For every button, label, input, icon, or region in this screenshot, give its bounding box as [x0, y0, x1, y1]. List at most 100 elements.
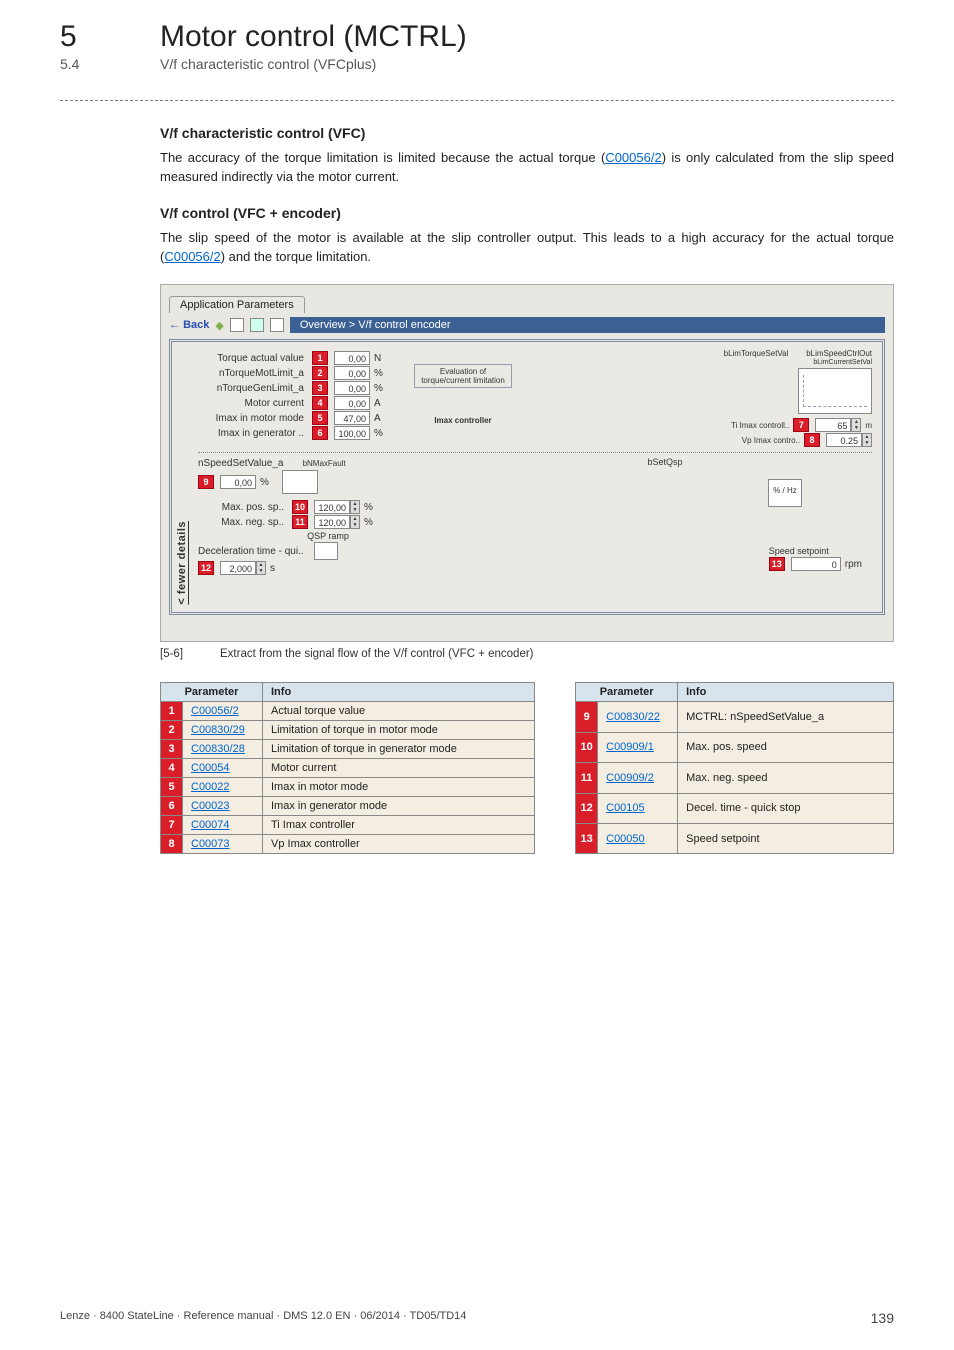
value-1: 0,00: [334, 351, 370, 365]
marker-13: 13: [769, 557, 785, 571]
spinner[interactable]: ▲▼: [350, 500, 360, 514]
unit: rpm: [845, 559, 862, 570]
table-row: 13C00050Speed setpoint: [576, 823, 894, 853]
param-link[interactable]: C00023: [191, 800, 230, 812]
vfc-heading: V/f characteristic control (VFC): [160, 125, 894, 141]
param-link[interactable]: C00830/29: [191, 724, 245, 736]
row-marker: 4: [161, 759, 183, 778]
section-title: V/f characteristic control (VFCplus): [160, 56, 376, 72]
col-info: Info: [678, 683, 894, 702]
unit: m: [865, 421, 872, 430]
param-link[interactable]: C00830/22: [606, 711, 660, 723]
row-marker: 6: [161, 797, 183, 816]
label: Torque actual value: [198, 353, 308, 364]
marker-5: 5: [312, 411, 328, 425]
text: ) and the torque limitation.: [221, 249, 371, 264]
forward-icon[interactable]: ◆: [215, 319, 223, 332]
value-10[interactable]: 120,00: [314, 500, 350, 514]
param-link[interactable]: C00050: [606, 833, 645, 845]
param-table-right: Parameter Info 9C00830/22MCTRL: nSpeedSe…: [575, 682, 894, 854]
param-cell: C00023: [183, 797, 263, 816]
info-cell: MCTRL: nSpeedSetValue_a: [678, 702, 894, 732]
ramp-graph: [314, 542, 338, 560]
value-11[interactable]: 120,00: [314, 515, 350, 529]
marker-8: 8: [804, 433, 820, 447]
parameter-tables: Parameter Info 1C00056/2Actual torque va…: [160, 682, 894, 854]
table-row: 6 C00023 Imax in generator mode: [161, 797, 535, 816]
col-parameter: Parameter: [161, 683, 263, 702]
footer-text: Lenze · 8400 StateLine · Reference manua…: [60, 1310, 466, 1326]
label: Ti Imax controll..: [731, 421, 789, 430]
unit: %: [374, 428, 383, 439]
param-link[interactable]: C00105: [606, 802, 645, 814]
row-marker: 8: [161, 835, 183, 854]
info-cell: Actual torque value: [263, 702, 535, 721]
row-marker: 3: [161, 740, 183, 759]
marker-7: 7: [793, 418, 809, 432]
label: nSpeedSetValue_a: [198, 458, 283, 469]
value-12[interactable]: 2,000: [220, 561, 256, 575]
param-cell: C00054: [183, 759, 263, 778]
unit: A: [374, 398, 381, 409]
info-cell: Imax in generator mode: [263, 797, 535, 816]
spinner[interactable]: ▲▼: [862, 433, 872, 447]
row-marker: 10: [576, 732, 598, 762]
breadcrumb: Overview > V/f control encoder: [290, 317, 885, 333]
info-cell: Decel. time - quick stop: [678, 793, 894, 823]
info-cell: Max. pos. speed: [678, 732, 894, 762]
value-2: 0,00: [334, 366, 370, 380]
param-cell: C00830/28: [183, 740, 263, 759]
row-marker: 9: [576, 702, 598, 732]
param-cell: C00909/1: [598, 732, 678, 762]
param-cell: C00073: [183, 835, 263, 854]
spinner[interactable]: ▲▼: [350, 515, 360, 529]
signal-label: bNMaxFault: [303, 459, 346, 468]
spinner[interactable]: ▲▼: [851, 418, 861, 432]
value-6: 100,00: [334, 426, 370, 440]
row-marker: 11: [576, 763, 598, 793]
info-cell: Max. neg. speed: [678, 763, 894, 793]
signal-label: bSetQsp: [458, 457, 872, 467]
unit: %: [374, 383, 383, 394]
table-row: 3 C00830/28 Limitation of torque in genera…: [161, 740, 535, 759]
table-row: 5C00022Imax in motor mode: [161, 778, 535, 797]
param-link[interactable]: C00022: [191, 781, 230, 793]
value-7[interactable]: 65: [815, 418, 851, 432]
value-3: 0,00: [334, 381, 370, 395]
qsp-label: QSP ramp: [198, 531, 458, 541]
fewer-details-toggle[interactable]: < fewer details: [176, 521, 188, 605]
figure-tag: [5-6]: [160, 648, 220, 660]
back-button[interactable]: ← Back: [169, 319, 209, 331]
chapter-title: Motor control (MCTRL): [160, 20, 467, 54]
app-parameters-tab[interactable]: Application Parameters: [169, 296, 305, 313]
label: Imax in motor mode: [198, 413, 308, 424]
info-cell: Limitation of torque in generator mode: [263, 740, 535, 759]
marker-2: 2: [312, 366, 328, 380]
vfc-encoder-heading: V/f control (VFC + encoder): [160, 205, 894, 221]
param-link[interactable]: C00909/1: [606, 741, 654, 753]
toolbar-icon-2[interactable]: [250, 318, 264, 332]
spinner[interactable]: ▲▼: [256, 561, 266, 575]
param-link[interactable]: C00830/28: [191, 743, 245, 755]
param-link[interactable]: C00909/2: [606, 772, 654, 784]
toolbar-icon-1[interactable]: [230, 318, 244, 332]
param-link-c00056-2-b[interactable]: C00056/2: [164, 249, 220, 264]
table-row: 8C00073Vp Imax controller: [161, 835, 535, 854]
param-link[interactable]: C00074: [191, 819, 230, 831]
col-info: Info: [263, 683, 535, 702]
table-row: 1C00056/2Actual torque value: [161, 702, 535, 721]
param-link[interactable]: C00054: [191, 762, 230, 774]
value-8[interactable]: 0.25: [826, 433, 862, 447]
label: Imax in generator ..: [198, 428, 308, 439]
param-cell: C00056/2: [183, 702, 263, 721]
value-5: 47,00: [334, 411, 370, 425]
param-link[interactable]: C00073: [191, 838, 230, 850]
page-number: 139: [871, 1310, 894, 1326]
marker-4: 4: [312, 396, 328, 410]
param-link[interactable]: C00056/2: [191, 705, 239, 717]
toolbar-icon-3[interactable]: [270, 318, 284, 332]
param-link-c00056-2[interactable]: C00056/2: [605, 150, 661, 165]
row-marker: 12: [576, 793, 598, 823]
signal-label: bLimTorqueSetVal: [724, 349, 789, 358]
text: The accuracy of the torque limitation is…: [160, 150, 605, 165]
